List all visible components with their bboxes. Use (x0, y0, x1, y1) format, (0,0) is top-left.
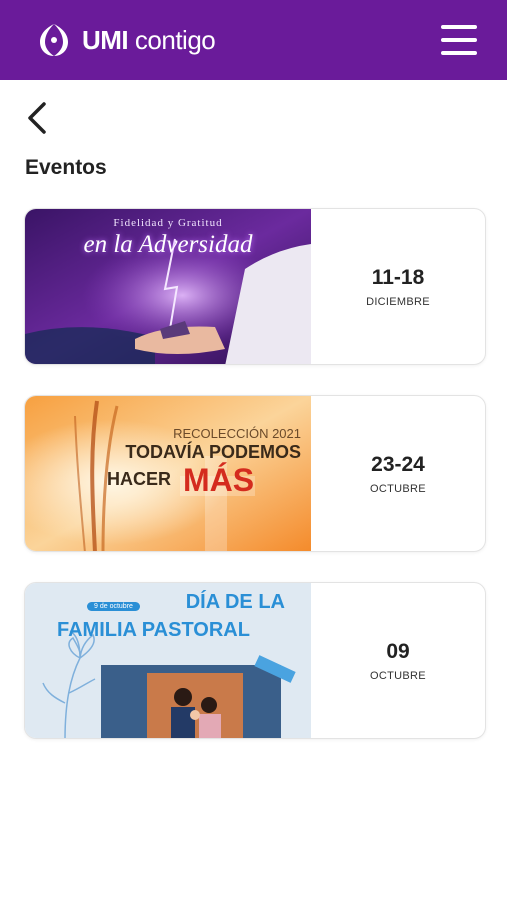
event-date-pill: 9 de octubre (87, 602, 140, 611)
event-card[interactable]: Fidelidad y Gratitud en la Adversidad 11… (24, 208, 486, 365)
event-date: 23-24 OCTUBRE (311, 396, 485, 551)
page-title: Eventos (25, 156, 107, 179)
banner-title-line2: TODAVÍA PODEMOS (125, 442, 301, 462)
banner-title-line4: MÁS (183, 462, 255, 498)
event-banner-image: Fidelidad y Gratitud en la Adversidad (25, 209, 311, 364)
brand[interactable]: UMI contigo (32, 18, 216, 62)
banner-title-line3: HACER (107, 469, 172, 489)
event-banner-image: RECOLECCIÓN 2021 TODAVÍA PODEMOS HACER M… (25, 396, 311, 551)
event-date-range: 09 (386, 639, 410, 663)
banner-title-line1: Fidelidad y Gratitud (113, 217, 223, 229)
event-card[interactable]: 9 de octubre DÍA DE LA FAMILIA PASTORAL … (24, 582, 486, 739)
back-arrow-icon[interactable] (20, 98, 56, 138)
hamburger-menu-icon[interactable] (441, 25, 477, 55)
event-date-month: OCTUBRE (370, 482, 426, 495)
event-date-range: 11-18 (371, 265, 425, 289)
banner-title-line2: en la Adversidad (83, 231, 253, 258)
banner-title-line2: FAMILIA PASTORAL (57, 619, 250, 641)
app-header: UMI contigo (0, 0, 507, 80)
event-date: 09 OCTUBRE (311, 583, 485, 738)
event-banner-image: 9 de octubre DÍA DE LA FAMILIA PASTORAL (25, 583, 311, 738)
brand-name: UMI contigo (82, 24, 216, 55)
banner-title-line1: DÍA DE LA (185, 591, 285, 613)
event-date-month: OCTUBRE (370, 669, 426, 682)
event-date-month: DICIEMBRE (366, 295, 430, 308)
event-date-range: 23-24 (371, 452, 425, 476)
umi-logo-icon (40, 24, 68, 56)
event-card[interactable]: RECOLECCIÓN 2021 TODAVÍA PODEMOS HACER M… (24, 395, 486, 552)
banner-title-line1: RECOLECCIÓN 2021 (173, 426, 301, 441)
event-date: 11-18 DICIEMBRE (311, 209, 485, 364)
